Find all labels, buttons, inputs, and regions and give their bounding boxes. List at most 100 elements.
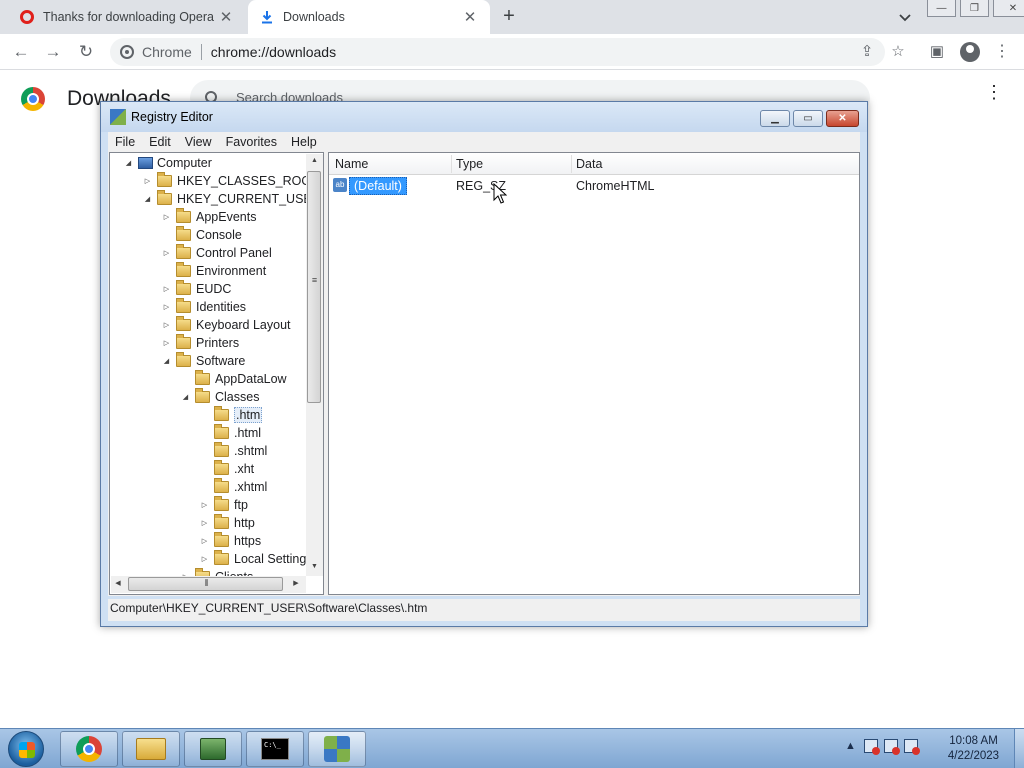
downloads-menu-icon[interactable]: ⋮ — [985, 83, 1003, 101]
folder-icon — [195, 370, 210, 385]
tree-item[interactable]: ▷ Control Panel — [162, 244, 272, 262]
tree-item[interactable]: ▷ Identities — [162, 298, 246, 316]
tree-item[interactable]: ▷ HKEY_CLASSES_ROOT — [143, 172, 319, 190]
registry-tree[interactable]: ◢ Computer ▷ HKEY_CLASSES_ROOT ◢ HKEY_CURRENT… — [109, 152, 324, 595]
tree-item[interactable]: AppDataLow — [181, 370, 287, 388]
chevron-down-icon[interactable] — [897, 9, 913, 25]
bookmark-star-icon[interactable]: ☆ — [889, 43, 907, 61]
new-tab-button[interactable]: + — [498, 6, 520, 28]
column-type[interactable]: Type — [456, 157, 483, 171]
collapsed-arrow-icon[interactable]: ▷ — [143, 177, 152, 185]
network-status-icon[interactable] — [883, 739, 900, 755]
registry-editor-titlebar[interactable]: Registry Editor ▁ ▭ ✕ — [101, 102, 867, 132]
expanded-arrow-icon[interactable]: ◢ — [162, 357, 171, 365]
collapsed-arrow-icon[interactable]: ▷ — [162, 303, 171, 311]
close-window-button[interactable]: ✕ — [993, 0, 1024, 17]
forward-button[interactable]: → — [43, 42, 63, 62]
collapsed-arrow-icon[interactable]: ▷ — [162, 285, 171, 293]
tree-item[interactable]: ◢ Classes — [181, 388, 259, 406]
tree-item[interactable]: ▷ Printers — [162, 334, 239, 352]
collapsed-arrow-icon[interactable]: ▷ — [162, 213, 171, 221]
action-center-icon[interactable] — [863, 739, 880, 755]
tree-item[interactable]: ▷ ftp — [200, 496, 248, 514]
profile-avatar[interactable] — [960, 42, 980, 62]
tree-item[interactable]: .xht — [200, 460, 254, 478]
taskbar-explorer[interactable] — [122, 731, 180, 767]
menu-favorites[interactable]: Favorites — [219, 135, 284, 149]
tree-item[interactable]: ◢ Computer — [124, 154, 212, 172]
tree-horizontal-scrollbar[interactable]: ◀ ⦀ ▶ — [111, 576, 306, 593]
taskbar-clock[interactable]: 10:08 AM 4/22/2023 — [936, 734, 1011, 764]
collapsed-arrow-icon[interactable]: ▷ — [200, 519, 209, 527]
chrome-menu-icon[interactable]: ⋮ — [993, 43, 1011, 61]
tree-item[interactable]: Environment — [162, 262, 266, 280]
expanded-arrow-icon[interactable]: ◢ — [143, 195, 152, 203]
maximize-button[interactable]: ▭ — [793, 110, 823, 127]
menu-help[interactable]: Help — [284, 135, 324, 149]
close-button[interactable]: ✕ — [826, 110, 859, 127]
tab-opera-download[interactable]: Thanks for downloading Opera ✕ — [8, 0, 246, 34]
column-name[interactable]: Name — [335, 157, 368, 171]
collapsed-arrow-icon[interactable]: ▷ — [200, 537, 209, 545]
taskbar-network[interactable] — [184, 731, 242, 767]
folder-icon — [157, 190, 172, 205]
menu-edit[interactable]: Edit — [142, 135, 178, 149]
menu-view[interactable]: View — [178, 135, 219, 149]
tree-item[interactable]: .htm — [200, 406, 263, 424]
column-data[interactable]: Data — [576, 157, 602, 171]
column-divider[interactable] — [571, 155, 572, 173]
tree-item[interactable]: ▷ http — [200, 514, 255, 532]
minimize-button[interactable]: ▁ — [760, 110, 790, 127]
scroll-thumb[interactable] — [307, 171, 321, 403]
side-panel-icon[interactable]: ▣ — [928, 43, 946, 61]
scroll-up-icon[interactable]: ▲ — [306, 157, 323, 164]
start-button[interactable] — [8, 731, 44, 767]
collapsed-arrow-icon[interactable]: ▷ — [162, 339, 171, 347]
tree-item[interactable]: ◢ Software — [162, 352, 245, 370]
show-desktop-button[interactable] — [1014, 729, 1024, 768]
restore-button[interactable]: ❐ — [960, 0, 989, 17]
collapsed-arrow-icon[interactable]: ▷ — [200, 501, 209, 509]
tree-item[interactable]: ▷ AppEvents — [162, 208, 256, 226]
tree-item[interactable]: ▷ Keyboard Layout — [162, 316, 291, 334]
tree-item[interactable]: ▷ EUDC — [162, 280, 231, 298]
share-icon[interactable]: ⇪ — [858, 43, 876, 61]
close-tab-icon[interactable]: ✕ — [462, 8, 478, 26]
site-chip: Chrome — [142, 44, 192, 60]
column-divider[interactable] — [451, 155, 452, 173]
collapsed-arrow-icon[interactable]: ▷ — [162, 321, 171, 329]
tab-downloads[interactable]: Downloads ✕ — [248, 0, 490, 34]
expanded-arrow-icon[interactable]: ◢ — [124, 159, 133, 167]
value-name[interactable]: (Default) — [349, 177, 407, 195]
menu-file[interactable]: File — [108, 135, 142, 149]
regedit-icon — [324, 736, 350, 762]
taskbar-chrome[interactable] — [60, 731, 118, 767]
volume-muted-icon[interactable] — [903, 739, 920, 755]
collapsed-arrow-icon[interactable]: ▷ — [162, 249, 171, 257]
cmd-icon: C:\_ — [261, 738, 289, 760]
url-text[interactable]: chrome://downloads — [211, 44, 336, 60]
tree-item[interactable]: .shtml — [200, 442, 267, 460]
taskbar-cmd[interactable]: C:\_ — [246, 731, 304, 767]
tree-vertical-scrollbar[interactable]: ▲ ≡ ▼ — [306, 154, 323, 576]
tree-item[interactable]: ◢ HKEY_CURRENT_USER — [143, 190, 321, 208]
expanded-arrow-icon[interactable]: ◢ — [181, 393, 190, 401]
close-tab-icon[interactable]: ✕ — [218, 8, 234, 26]
minimize-button[interactable]: — — [927, 0, 956, 17]
taskbar-regedit[interactable] — [308, 731, 366, 767]
tree-item[interactable]: .html — [200, 424, 261, 442]
values-list[interactable]: Name Type Data ab (Default) REG_SZ Chrom… — [328, 152, 860, 595]
tree-item[interactable]: ▷ https — [200, 532, 261, 550]
address-bar[interactable]: Chrome chrome://downloads — [110, 38, 885, 66]
show-hidden-icons[interactable]: ▲ — [845, 740, 856, 752]
collapsed-arrow-icon[interactable]: ▷ — [200, 555, 209, 563]
tree-item[interactable]: ▷ Local Settings — [200, 550, 313, 568]
reload-button[interactable]: ↻ — [76, 42, 96, 62]
scroll-down-icon[interactable]: ▼ — [306, 563, 323, 570]
back-button[interactable]: ← — [11, 42, 31, 62]
scroll-right-icon[interactable]: ▶ — [289, 579, 303, 587]
folder-icon — [214, 424, 229, 439]
tree-item[interactable]: .xhtml — [200, 478, 267, 496]
scroll-left-icon[interactable]: ◀ — [111, 579, 125, 587]
tree-item[interactable]: Console — [162, 226, 242, 244]
